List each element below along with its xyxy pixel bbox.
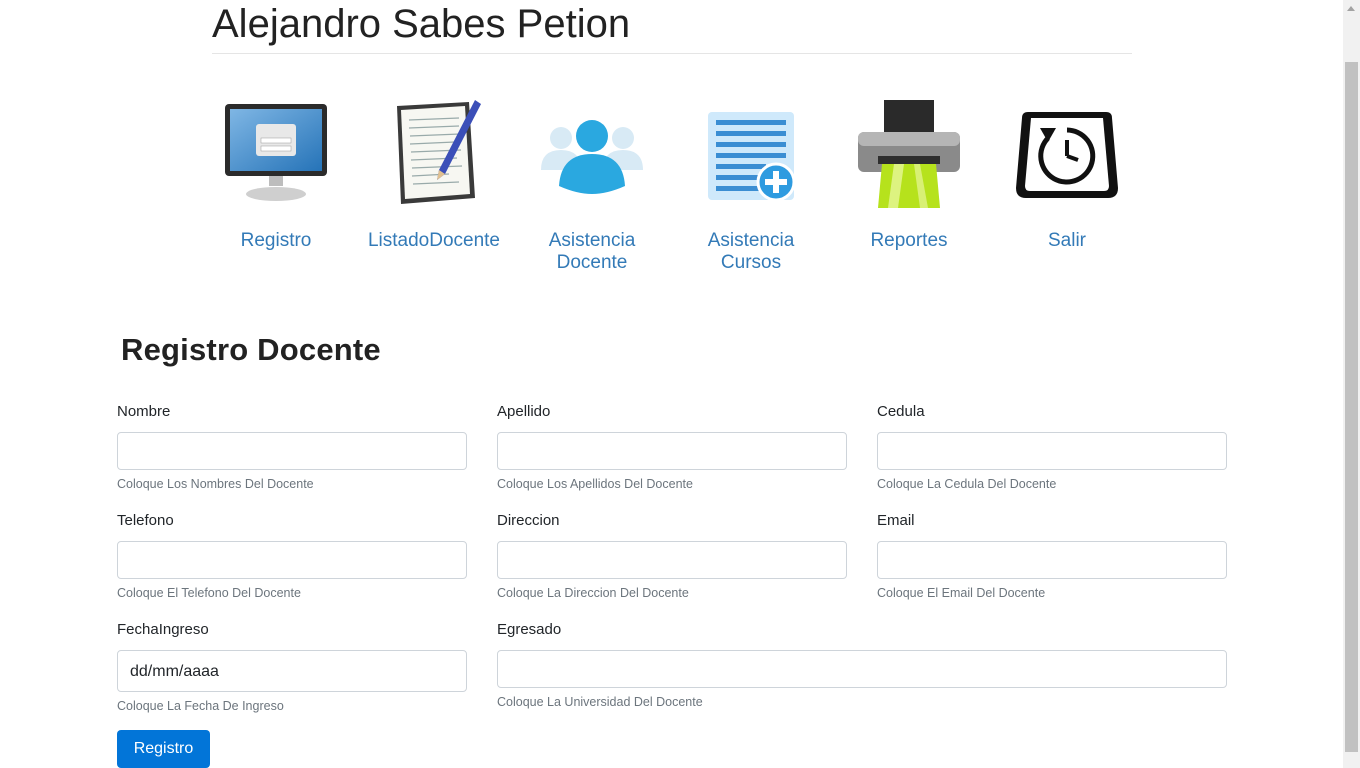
nav-label: Asistencia Cursos (707, 230, 795, 273)
vertical-scrollbar[interactable] (1343, 0, 1360, 768)
field-direccion: Direccion Coloque La Direccion Del Docen… (497, 512, 847, 601)
users-icon (541, 120, 643, 194)
fecha-ingreso-input[interactable]: dd/mm/aaaa (117, 650, 467, 692)
field-cedula: Cedula Coloque La Cedula Del Docente (877, 403, 1227, 492)
apellido-label: Apellido (497, 403, 551, 420)
nav-reportes[interactable]: Reportes (834, 94, 984, 252)
form-title: Registro Docente (121, 332, 381, 367)
cedula-help: Coloque La Cedula Del Docente (877, 477, 1057, 491)
field-egresado: Egresado Coloque La Universidad Del Doce… (497, 621, 1227, 710)
egresado-label: Egresado (497, 621, 562, 638)
cedula-label: Cedula (877, 403, 925, 420)
apellido-input[interactable] (497, 432, 847, 470)
telefono-label: Telefono (117, 512, 174, 529)
direccion-label: Direccion (497, 512, 560, 529)
nombre-help: Coloque Los Nombres Del Docente (117, 477, 314, 491)
nav-label: Reportes (870, 230, 948, 251)
nav-label: Salir (1047, 230, 1086, 251)
submit-button[interactable]: Registro (117, 730, 210, 768)
nav-label: Registro (240, 230, 312, 251)
nav-salir[interactable]: Salir (992, 94, 1142, 252)
list-add-icon (708, 112, 796, 202)
scroll-up-arrow-icon[interactable] (1343, 0, 1360, 17)
field-email: Email Coloque El Email Del Docente (877, 512, 1227, 601)
nombre-input[interactable] (117, 432, 467, 470)
nav-asistencia-docente[interactable]: Asistencia Docente (517, 94, 667, 274)
egresado-help: Coloque La Universidad Del Docente (497, 695, 703, 709)
apellido-help: Coloque Los Apellidos Del Docente (497, 477, 693, 491)
direccion-help: Coloque La Direccion Del Docente (497, 586, 689, 600)
page-header: Alejandro Sabes Petion (212, 0, 1132, 54)
nav-label: ListadoDocente (367, 230, 501, 251)
email-input[interactable] (877, 541, 1227, 579)
document-pen-icon (397, 100, 481, 204)
scrollbar-thumb[interactable] (1345, 62, 1358, 752)
egresado-input[interactable] (497, 650, 1227, 688)
fecha-help: Coloque La Fecha De Ingreso (117, 699, 284, 713)
page-title: Alejandro Sabes Petion (212, 2, 631, 46)
telefono-input[interactable] (117, 541, 467, 579)
power-restart-icon (1016, 112, 1118, 198)
monitor-login-icon (225, 104, 327, 201)
email-label: Email (877, 512, 915, 529)
field-fecha-ingreso: FechaIngreso dd/mm/aaaa Coloque La Fecha… (117, 621, 467, 714)
field-nombre: Nombre Coloque Los Nombres Del Docente (117, 403, 467, 492)
nav-registro[interactable]: Registro (201, 94, 351, 252)
cedula-input[interactable] (877, 432, 1227, 470)
nav-asistencia-cursos[interactable]: Asistencia Cursos (676, 94, 826, 274)
field-telefono: Telefono Coloque El Telefono Del Docente (117, 512, 467, 601)
telefono-help: Coloque El Telefono Del Docente (117, 586, 301, 600)
printer-icon (858, 100, 960, 208)
nombre-label: Nombre (117, 403, 171, 420)
email-help: Coloque El Email Del Docente (877, 586, 1046, 600)
nav-listado-docente[interactable]: ListadoDocente (359, 94, 509, 252)
direccion-input[interactable] (497, 541, 847, 579)
fecha-label: FechaIngreso (117, 621, 209, 638)
field-apellido: Apellido Coloque Los Apellidos Del Docen… (497, 403, 847, 492)
nav-label: Asistencia Docente (548, 230, 636, 273)
